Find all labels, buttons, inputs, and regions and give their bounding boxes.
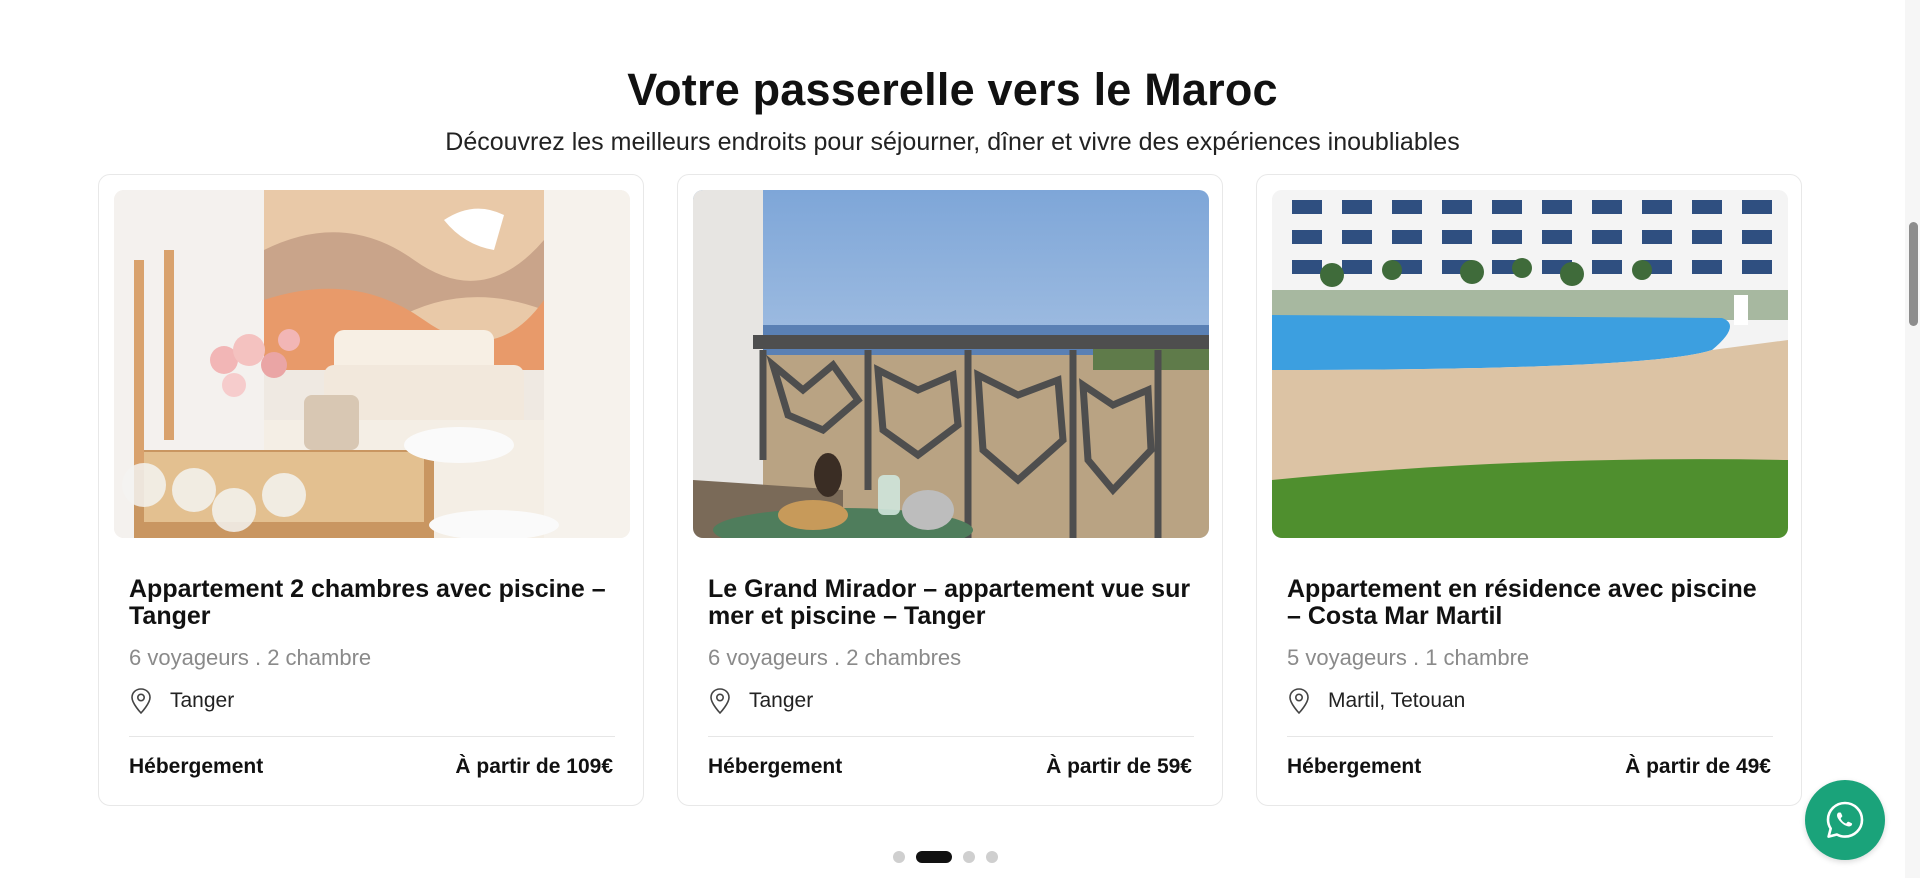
listing-category: Hébergement bbox=[129, 755, 264, 778]
listing-capacity: 6 voyageurs . 2 chambres bbox=[708, 645, 962, 670]
listing-capacity: 6 voyageurs . 2 chambre bbox=[129, 645, 372, 670]
interior-living-room-photo bbox=[114, 190, 630, 538]
carousel-dot-active[interactable] bbox=[916, 851, 952, 863]
location-label: Tanger bbox=[170, 689, 235, 712]
map-pin-icon bbox=[710, 688, 730, 715]
listing-card[interactable]: Appartement 2 chambres avec piscine – Ta… bbox=[98, 174, 644, 806]
listing-title[interactable]: Appartement en résidence avec piscine – … bbox=[1287, 576, 1777, 630]
listing-location: Tanger bbox=[129, 687, 234, 715]
listing-capacity: 5 voyageurs . 1 chambre bbox=[1287, 645, 1530, 670]
balcony-sea-view-photo bbox=[693, 190, 1209, 538]
carousel-dot[interactable] bbox=[963, 851, 975, 863]
divider bbox=[708, 736, 1194, 737]
listing-price: À partir de 49€ bbox=[1625, 755, 1771, 778]
listing-title[interactable]: Le Grand Mirador – appartement vue sur m… bbox=[708, 576, 1198, 630]
section-subtitle: Découvrez les meilleurs endroits pour sé… bbox=[445, 128, 1460, 156]
divider bbox=[1287, 736, 1773, 737]
listing-category: Hébergement bbox=[708, 755, 843, 778]
listing-card[interactable]: Appartement en résidence avec piscine – … bbox=[1256, 174, 1802, 806]
page: Votre passerelle vers le Maroc Découvrez… bbox=[0, 0, 1920, 878]
listing-image[interactable] bbox=[114, 190, 630, 538]
listing-location: Tanger bbox=[708, 687, 813, 715]
listing-price: À partir de 59€ bbox=[1046, 755, 1192, 778]
location-label: Tanger bbox=[749, 689, 814, 712]
divider bbox=[129, 736, 615, 737]
map-pin-icon bbox=[1289, 688, 1309, 715]
scrollbar-thumb[interactable] bbox=[1909, 222, 1918, 326]
whatsapp-icon bbox=[1826, 801, 1864, 838]
carousel-pagination bbox=[893, 851, 998, 863]
carousel-dot[interactable] bbox=[986, 851, 998, 863]
listing-image[interactable] bbox=[693, 190, 1209, 538]
carousel-dot[interactable] bbox=[893, 851, 905, 863]
location-label: Martil, Tetouan bbox=[1328, 689, 1466, 712]
residence-pool-photo bbox=[1272, 190, 1788, 538]
listing-price: À partir de 109€ bbox=[455, 755, 613, 778]
listing-category: Hébergement bbox=[1287, 755, 1422, 778]
listing-location: Martil, Tetouan bbox=[1287, 687, 1465, 715]
map-pin-icon bbox=[131, 688, 151, 715]
scrollbar[interactable] bbox=[1905, 0, 1920, 878]
section-title: Votre passerelle vers le Maroc bbox=[627, 64, 1278, 115]
whatsapp-button[interactable] bbox=[1805, 780, 1885, 860]
listing-title[interactable]: Appartement 2 chambres avec piscine – Ta… bbox=[129, 576, 619, 630]
listing-image[interactable] bbox=[1272, 190, 1788, 538]
listing-card[interactable]: Le Grand Mirador – appartement vue sur m… bbox=[677, 174, 1223, 806]
